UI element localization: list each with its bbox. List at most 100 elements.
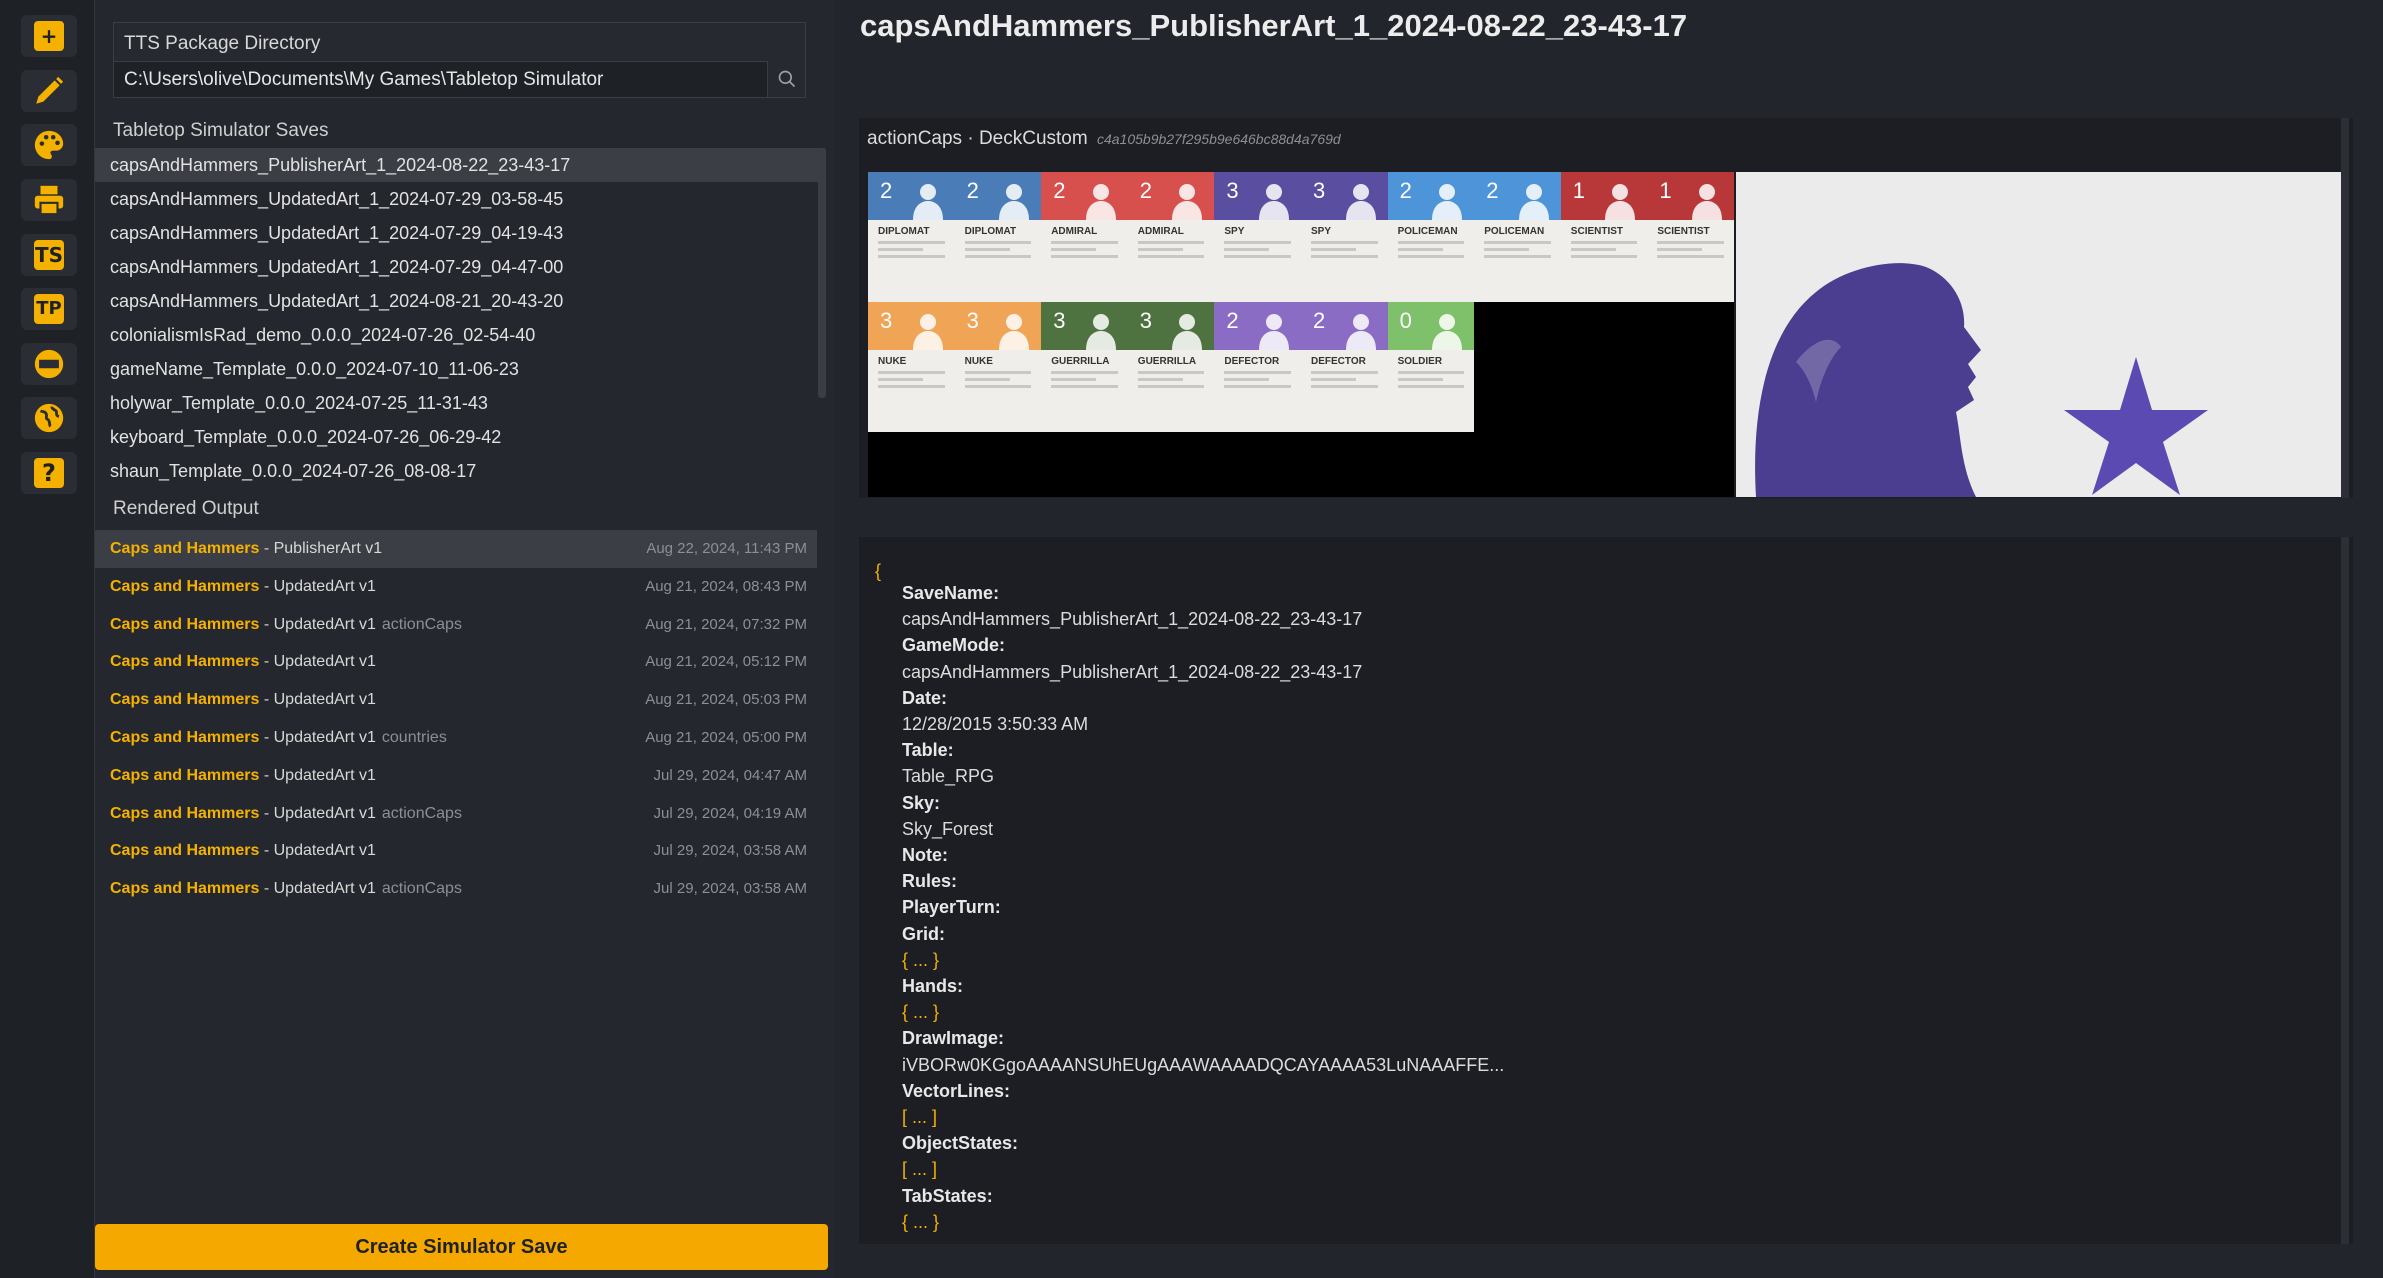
save-item[interactable]: keyboard_Template_0.0.0_2024-07-26_06-29… — [95, 420, 825, 454]
card-number: 2 — [880, 178, 893, 203]
save-item[interactable]: capsAndHammers_UpdatedArt_1_2024-07-29_0… — [95, 216, 825, 250]
json-collapsed-value[interactable]: { ... } — [902, 1212, 939, 1233]
save-item[interactable]: capsAndHammers_UpdatedArt_1_2024-07-29_0… — [95, 250, 825, 284]
card-figure — [1432, 314, 1463, 350]
output-separator: - — [259, 728, 274, 746]
rendered-output-row[interactable]: Caps and Hammers - UpdatedArt v1 Aug 21, … — [95, 568, 817, 606]
output-date: Aug 21, 2024, 05:00 PM — [645, 728, 807, 746]
card-text-line — [1311, 385, 1378, 388]
globe-icon — [34, 403, 64, 433]
json-collapsed-value[interactable]: { ... } — [902, 950, 939, 971]
rendered-output-row[interactable]: Caps and Hammers - UpdatedArt v1 actionCa… — [95, 795, 817, 833]
json-key: DrawImage: — [902, 1028, 1005, 1049]
card-text-line — [964, 255, 1032, 258]
browse-directory-button[interactable] — [767, 61, 805, 97]
tabletop-playground-button[interactable]: TP — [21, 288, 77, 330]
rendered-output-row[interactable]: Caps and Hammers - UpdatedArt v1 actionCa… — [95, 870, 817, 908]
card-text-line — [1484, 241, 1551, 244]
saves-scrollbar[interactable] — [818, 148, 826, 398]
save-item[interactable]: capsAndHammers_UpdatedArt_1_2024-08-21_2… — [95, 284, 825, 318]
printer-icon — [34, 185, 64, 216]
deck-preview: actionCaps · DeckCustom c4a105b9b27f295b… — [859, 118, 2353, 498]
card-text-line — [1224, 371, 1291, 374]
save-item[interactable]: capsAndHammers_UpdatedArt_1_2024-07-29_0… — [95, 182, 825, 216]
help-button[interactable]: ? — [21, 452, 77, 494]
card-text-line — [964, 385, 1032, 388]
saves-list: capsAndHammers_PublisherArt_1_2024-08-22… — [95, 148, 825, 488]
create-simulator-save-button[interactable]: Create Simulator Save — [95, 1224, 828, 1270]
save-item[interactable]: capsAndHammers_PublisherArt_1_2024-08-22… — [95, 148, 825, 182]
card-tile: 2 ADMIRAL — [1127, 172, 1215, 302]
game-crafter-button[interactable] — [21, 343, 77, 385]
card-text-line — [1137, 241, 1205, 244]
json-key: Rules: — [902, 871, 958, 892]
card-number: 3 — [1053, 308, 1066, 333]
new-project-button[interactable]: + — [21, 15, 77, 57]
plus-icon: + — [34, 21, 64, 51]
print-button[interactable] — [21, 179, 77, 221]
output-project: Caps and Hammers — [110, 577, 260, 595]
output-version: UpdatedArt v1 — [273, 842, 376, 860]
card-tile: 1 SCIENTIST — [1647, 172, 1734, 302]
rendered-output-row[interactable]: Caps and Hammers - UpdatedArt v1 Aug 21, … — [95, 681, 817, 719]
json-collapsed-value[interactable]: [ ... ] — [902, 1159, 937, 1180]
output-project: Caps and Hammers — [110, 880, 260, 898]
save-item[interactable]: colonialismIsRad_demo_0.0.0_2024-07-26_0… — [95, 318, 825, 352]
preview-scrollbar[interactable] — [2341, 118, 2349, 498]
art-button[interactable] — [21, 124, 77, 166]
card-figure — [912, 184, 943, 220]
output-separator: - — [259, 804, 274, 822]
card-number: 2 — [1399, 178, 1412, 203]
tabletop-simulator-button[interactable]: TS — [21, 234, 77, 276]
json-collapsed-value[interactable]: { ... } — [902, 1002, 939, 1023]
rendered-output-row[interactable]: Caps and Hammers - UpdatedArt v1 Jul 29, … — [95, 832, 817, 870]
card-text-line — [1484, 248, 1530, 251]
save-item[interactable]: shaun_Template_0.0.0_2024-07-26_08-08-17 — [95, 454, 825, 488]
card-tile: 2 POLICEMAN — [1474, 172, 1561, 302]
rendered-output-row[interactable]: Caps and Hammers - UpdatedArt v1 actionCa… — [95, 606, 817, 644]
output-separator: - — [259, 691, 274, 709]
card-figure — [1432, 184, 1463, 220]
json-collapsed-value[interactable]: [ ... ] — [902, 1107, 937, 1128]
rendered-output-title: Rendered Output — [113, 498, 259, 519]
save-item[interactable]: holywar_Template_0.0.0_2024-07-25_11-31-… — [95, 386, 825, 420]
rendered-output-row[interactable]: Caps and Hammers - UpdatedArt v1 Jul 29, … — [95, 757, 817, 795]
card-name: DIPLOMAT — [964, 226, 1017, 237]
save-json-viewer: { SaveName: capsAndHammers_PublisherArt_1… — [859, 537, 2353, 1244]
card-name: ADMIRAL — [1137, 226, 1184, 237]
card-tile: 2 DIPLOMAT — [954, 172, 1042, 302]
output-project: Caps and Hammers — [110, 766, 260, 784]
output-tag: actionCaps — [381, 615, 462, 633]
card-number: 2 — [1139, 178, 1153, 203]
rendered-output-row[interactable]: Caps and Hammers - UpdatedArt v1 countrie… — [95, 719, 817, 757]
card-tile: 3 NUKE — [868, 302, 955, 432]
web-button[interactable] — [21, 397, 77, 439]
json-open-brace: { — [875, 561, 882, 581]
card-number: 2 — [1313, 308, 1326, 333]
card-text-line — [1224, 255, 1291, 258]
json-value: 12/28/2015 3:50:33 AM — [902, 714, 1089, 734]
card-text-line — [964, 371, 1032, 374]
card-figure — [1172, 184, 1203, 220]
card-text-line — [1657, 241, 1724, 244]
card-number: 3 — [880, 308, 893, 333]
rendered-output-list: Caps and Hammers - PublisherArt v1 Aug 22… — [95, 530, 817, 908]
package-directory-input[interactable] — [114, 61, 768, 97]
card-text-line — [1051, 385, 1118, 388]
output-version: PublisherArt v1 — [273, 540, 383, 557]
output-separator: - — [259, 540, 274, 557]
help-icon: ? — [34, 458, 64, 488]
output-version: UpdatedArt v1 — [273, 615, 376, 633]
rendered-output-row[interactable]: Caps and Hammers - PublisherArt v1 Aug 22… — [95, 530, 817, 568]
card-text-line — [1657, 248, 1703, 251]
edit-button[interactable] — [21, 70, 77, 112]
deck-preview-header: actionCaps · DeckCustom c4a105b9b27f295b… — [867, 128, 1341, 150]
card-back-art — [1755, 263, 2208, 497]
rendered-output-row[interactable]: Caps and Hammers - UpdatedArt v1 Aug 21, … — [95, 643, 817, 681]
json-scrollbar[interactable] — [2341, 537, 2349, 1244]
card-text-line — [878, 241, 945, 244]
card-name: SOLDIER — [1397, 356, 1443, 367]
output-tag: countries — [381, 728, 447, 746]
save-item[interactable]: gameName_Template_0.0.0_2024-07-10_11-06… — [95, 352, 825, 386]
card-figure — [1258, 314, 1289, 350]
